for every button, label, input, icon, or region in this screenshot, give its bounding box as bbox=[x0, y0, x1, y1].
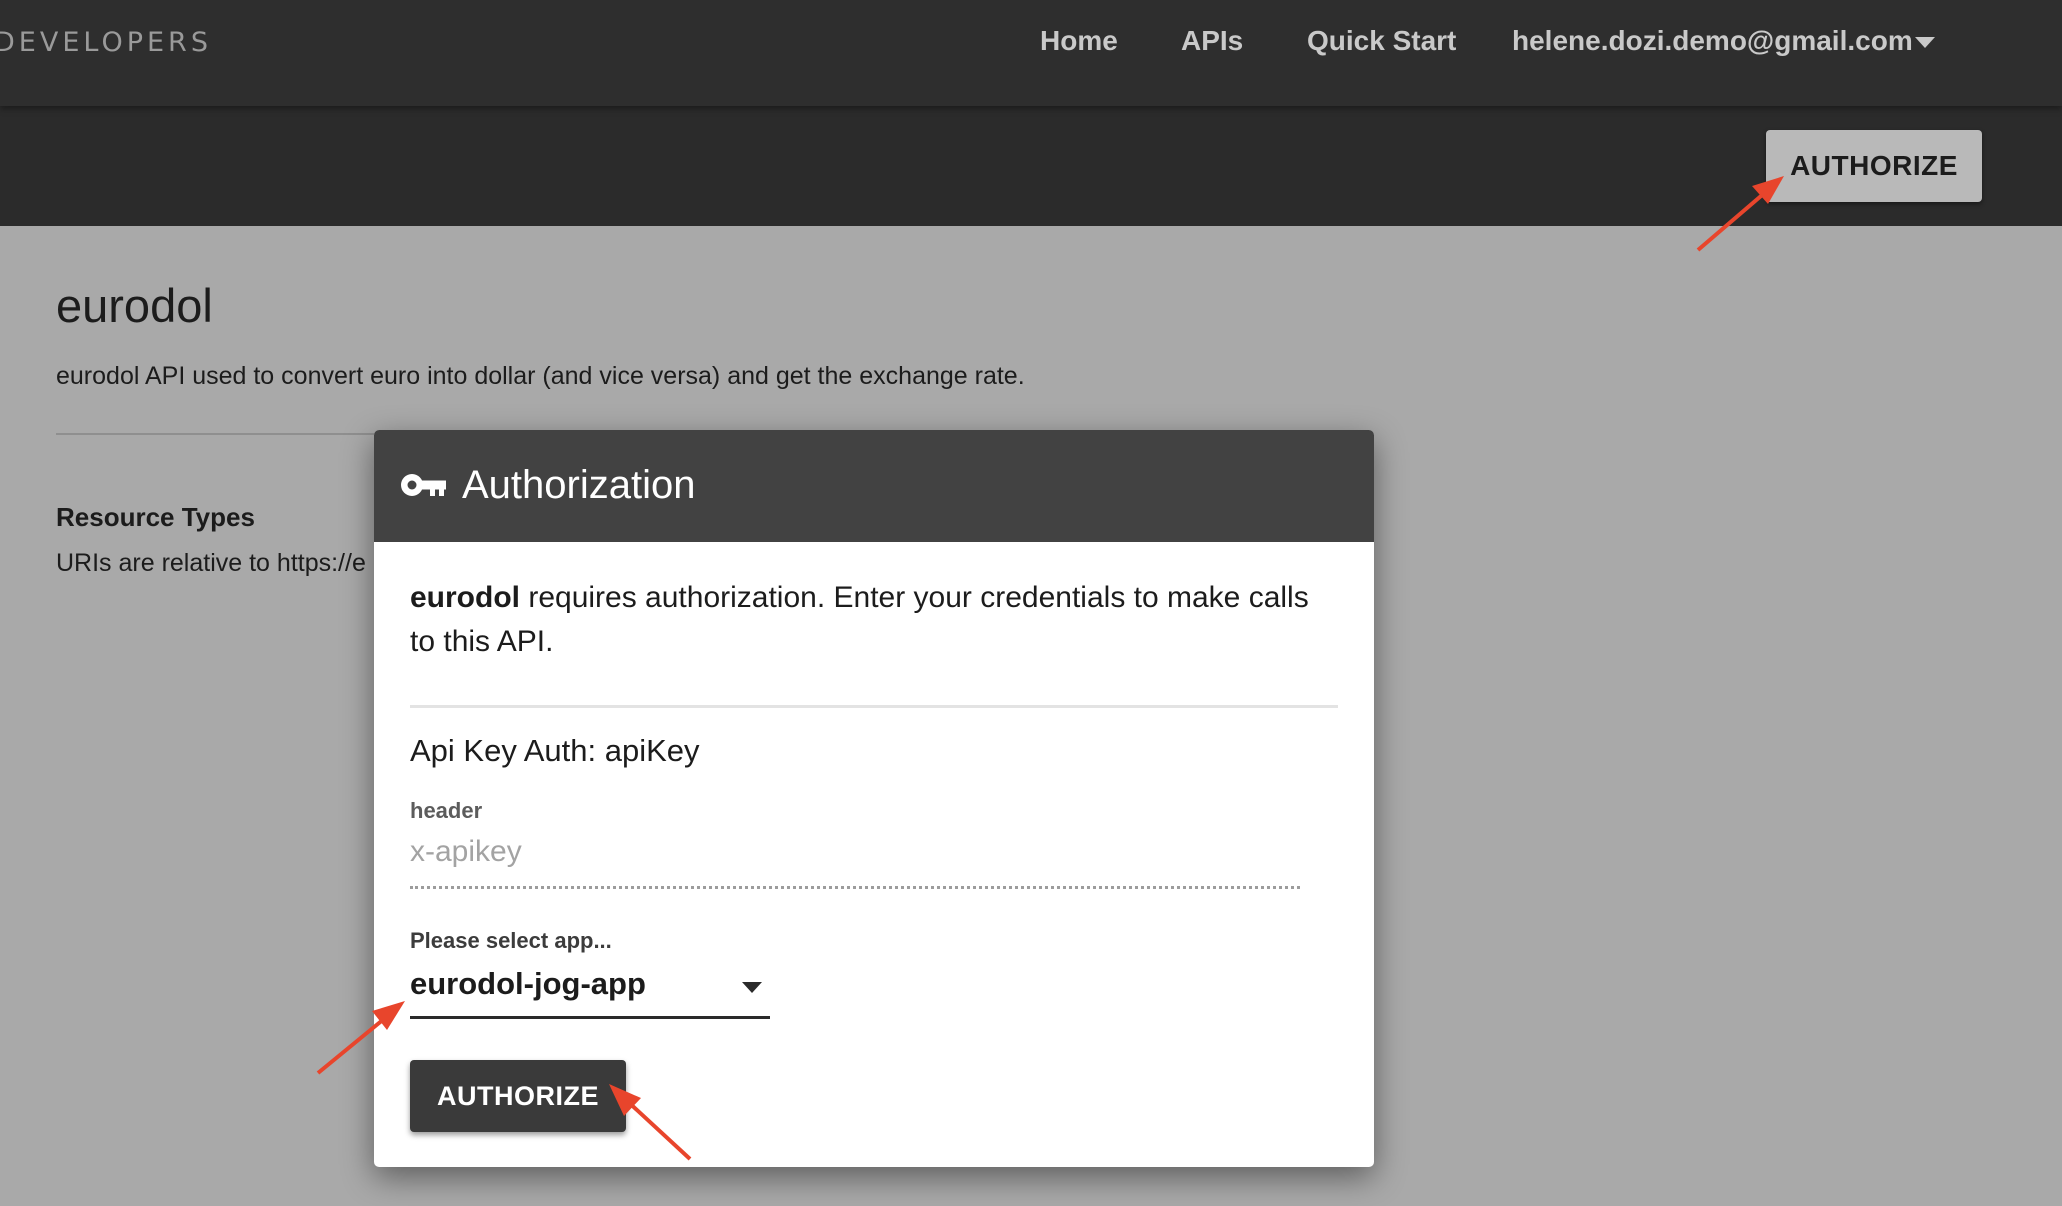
nav-link-apis[interactable]: APIs bbox=[1181, 25, 1243, 57]
authorization-dialog: Authorization eurodol requires authoriza… bbox=[374, 430, 1374, 1167]
resource-types-text: URIs are relative to https://e bbox=[56, 549, 366, 577]
header-field-label: header bbox=[410, 798, 483, 823]
brand-logo-text[interactable]: DEVELOPERS bbox=[0, 27, 212, 58]
top-navigation-bar: DEVELOPERS Home APIs Quick Start helene.… bbox=[0, 0, 2062, 106]
authorize-button-header[interactable]: AUTHORIZE bbox=[1766, 130, 1982, 202]
auth-scheme-label: Api Key Auth: apiKey bbox=[410, 733, 700, 768]
app-select-dropdown[interactable]: eurodol-jog-app bbox=[410, 963, 770, 1019]
api-header-bar bbox=[0, 106, 2062, 226]
dialog-header: Authorization bbox=[374, 430, 1374, 542]
dialog-divider bbox=[410, 705, 1338, 708]
authorize-button-dialog[interactable]: AUTHORIZE bbox=[410, 1060, 626, 1132]
api-description: eurodol API used to convert euro into do… bbox=[56, 362, 1025, 390]
section-divider bbox=[56, 433, 386, 435]
chevron-down-icon[interactable] bbox=[742, 982, 762, 993]
dialog-title: Authorization bbox=[462, 463, 696, 507]
dialog-intro-text: eurodol requires authorization. Enter yo… bbox=[410, 576, 1310, 664]
header-field-value: x-apikey bbox=[410, 835, 522, 868]
nav-link-quick-start[interactable]: Quick Start bbox=[1307, 25, 1456, 57]
nav-link-home[interactable]: Home bbox=[1040, 25, 1118, 57]
header-field-underline bbox=[410, 886, 1300, 889]
intro-api-name: eurodol bbox=[410, 581, 520, 614]
app-select-value: eurodol-jog-app bbox=[410, 966, 646, 1001]
key-icon bbox=[401, 474, 446, 496]
app-select-label: Please select app... bbox=[410, 928, 612, 953]
user-menu-email[interactable]: helene.dozi.demo@gmail.com bbox=[1512, 25, 1913, 57]
intro-message: requires authorization. Enter your crede… bbox=[410, 581, 1309, 658]
resource-types-heading: Resource Types bbox=[56, 502, 255, 532]
chevron-down-icon[interactable] bbox=[1915, 37, 1935, 48]
api-portal-page: DEVELOPERS Home APIs Quick Start helene.… bbox=[0, 0, 2062, 1206]
api-title: eurodol bbox=[56, 279, 213, 332]
